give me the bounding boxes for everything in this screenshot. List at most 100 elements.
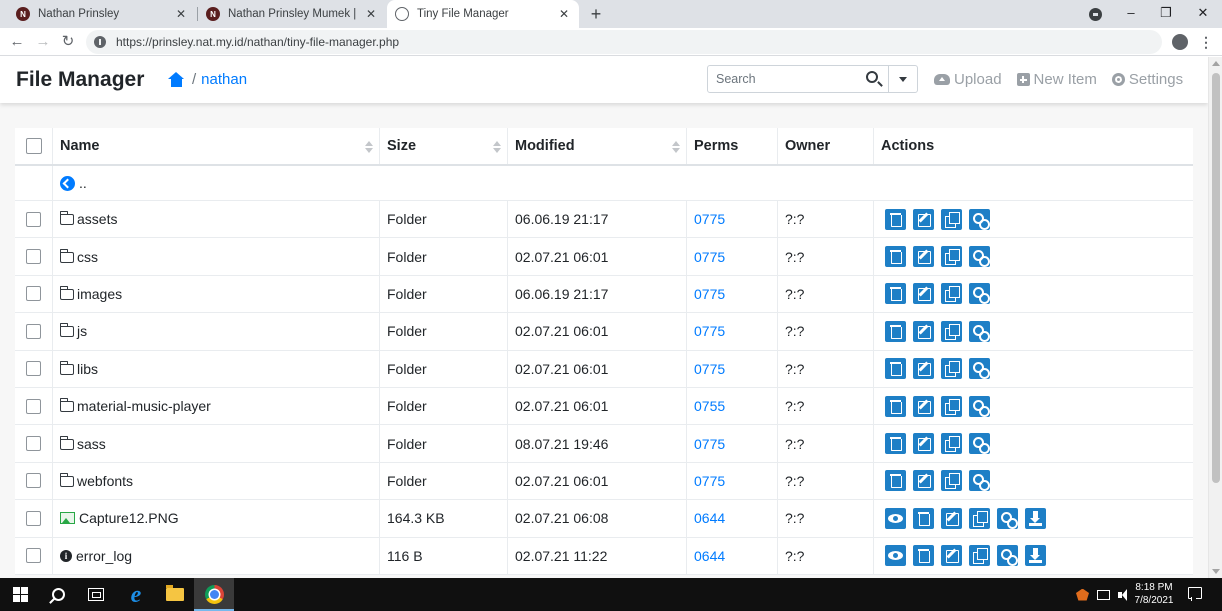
direct-link-button[interactable]	[969, 395, 990, 417]
row-checkbox[interactable]	[26, 211, 41, 227]
preview-button[interactable]	[885, 545, 906, 567]
search-options-dropdown[interactable]	[888, 66, 917, 92]
row-checkbox[interactable]	[26, 286, 41, 302]
select-all-checkbox[interactable]	[25, 138, 42, 154]
row-checkbox[interactable]	[26, 473, 41, 489]
tab-tiny-file-manager[interactable]: Tiny File Manager ✕	[387, 0, 579, 28]
direct-link-button[interactable]	[997, 545, 1018, 567]
delete-button[interactable]	[885, 358, 906, 380]
rename-button[interactable]	[913, 283, 934, 305]
copy-button[interactable]	[941, 320, 962, 342]
delete-button[interactable]	[913, 507, 934, 529]
taskbar-search-button[interactable]	[38, 578, 78, 611]
media-control-icon[interactable]	[1089, 8, 1102, 21]
direct-link-button[interactable]	[969, 320, 990, 342]
perms-link[interactable]: 0775	[694, 323, 725, 339]
direct-link-button[interactable]	[969, 246, 990, 268]
row-checkbox[interactable]	[26, 249, 41, 265]
rename-button[interactable]	[913, 470, 934, 492]
forward-icon[interactable]: →	[33, 32, 53, 52]
network-icon[interactable]	[1097, 589, 1110, 600]
upload-button[interactable]: Upload	[934, 71, 1002, 88]
scroll-up-icon[interactable]	[1212, 61, 1220, 66]
perms-link[interactable]: 0775	[694, 211, 725, 227]
tab-nathan-website[interactable]: N Nathan Prinsley Mumek | Website ✕	[198, 0, 386, 28]
search-button[interactable]	[858, 66, 888, 92]
tab-close-icon[interactable]: ✕	[174, 7, 188, 21]
rename-button[interactable]	[913, 320, 934, 342]
direct-link-button[interactable]	[969, 433, 990, 455]
parent-dir-row[interactable]: ..	[15, 166, 1193, 201]
back-icon[interactable]: ←	[7, 32, 27, 52]
rename-button[interactable]	[941, 507, 962, 529]
copy-button[interactable]	[941, 283, 962, 305]
copy-button[interactable]	[941, 395, 962, 417]
file-link[interactable]: js	[59, 323, 87, 339]
copy-button[interactable]	[941, 433, 962, 455]
parent-dir-link[interactable]: ..	[52, 166, 1193, 200]
settings-button[interactable]: Settings	[1111, 71, 1183, 88]
copy-button[interactable]	[941, 358, 962, 380]
app-brand[interactable]: File Manager	[16, 68, 144, 92]
delete-button[interactable]	[885, 208, 906, 230]
notification-icon[interactable]	[1188, 587, 1202, 601]
row-checkbox[interactable]	[26, 323, 41, 339]
tab-close-icon[interactable]: ✕	[557, 7, 571, 21]
chrome-taskbar-button[interactable]	[194, 578, 234, 611]
file-explorer-button[interactable]	[155, 578, 195, 611]
delete-button[interactable]	[885, 246, 906, 268]
copy-button[interactable]	[941, 470, 962, 492]
perms-link[interactable]: 0775	[694, 361, 725, 377]
row-checkbox[interactable]	[26, 398, 41, 414]
file-link[interactable]: css	[59, 248, 98, 265]
tray-app-icon[interactable]	[1076, 588, 1089, 601]
rename-button[interactable]	[913, 358, 934, 380]
delete-button[interactable]	[885, 470, 906, 492]
copy-button[interactable]	[941, 246, 962, 268]
perms-link[interactable]: 0775	[694, 249, 725, 265]
perms-link[interactable]: 0775	[694, 286, 725, 302]
direct-link-button[interactable]	[969, 208, 990, 230]
taskbar-clock[interactable]: 8:18 PM 7/8/2021	[1132, 582, 1176, 607]
preview-button[interactable]	[885, 507, 906, 529]
page-scrollbar[interactable]	[1208, 57, 1222, 578]
copy-button[interactable]	[969, 507, 990, 529]
perms-link[interactable]: 0775	[694, 436, 725, 452]
tab-close-icon[interactable]: ✕	[364, 7, 378, 21]
copy-button[interactable]	[969, 545, 990, 567]
close-window-icon[interactable]: ✕	[1193, 3, 1213, 23]
scroll-thumb[interactable]	[1212, 73, 1220, 483]
file-link[interactable]: libs	[59, 360, 98, 377]
download-button[interactable]	[1025, 545, 1046, 567]
rename-button[interactable]	[941, 545, 962, 567]
browser-menu-icon[interactable]: ⋮	[1198, 32, 1214, 52]
rename-button[interactable]	[913, 208, 934, 230]
delete-button[interactable]	[885, 395, 906, 417]
direct-link-button[interactable]	[969, 283, 990, 305]
perms-link[interactable]: 0775	[694, 473, 725, 489]
home-icon[interactable]	[168, 72, 185, 87]
col-size-header[interactable]: Size	[379, 128, 507, 164]
direct-link-button[interactable]	[969, 470, 990, 492]
address-bar[interactable]: https://prinsley.nat.my.id/nathan/tiny-f…	[86, 30, 1162, 54]
file-link[interactable]: material-music-player	[59, 398, 211, 414]
restore-icon[interactable]: ❐	[1156, 3, 1176, 23]
file-link[interactable]: i error_log	[60, 548, 132, 564]
delete-button[interactable]	[885, 320, 906, 342]
copy-button[interactable]	[941, 208, 962, 230]
new-item-button[interactable]: New Item	[1016, 71, 1097, 88]
direct-link-button[interactable]	[997, 507, 1018, 529]
task-view-button[interactable]	[76, 578, 116, 611]
col-modified-header[interactable]: Modified	[507, 128, 686, 164]
file-link[interactable]: images	[59, 285, 122, 302]
breadcrumb-current[interactable]: nathan	[201, 71, 247, 88]
direct-link-button[interactable]	[969, 358, 990, 380]
row-checkbox[interactable]	[26, 361, 41, 377]
perms-link[interactable]: 0644	[694, 548, 725, 564]
new-tab-button[interactable]: +	[586, 4, 606, 24]
site-info-icon[interactable]	[94, 36, 106, 48]
minimize-icon[interactable]: –	[1121, 3, 1141, 23]
internet-explorer-button[interactable]: e	[116, 578, 156, 611]
file-link[interactable]: webfonts	[59, 472, 133, 489]
perms-link[interactable]: 0755	[694, 398, 725, 414]
